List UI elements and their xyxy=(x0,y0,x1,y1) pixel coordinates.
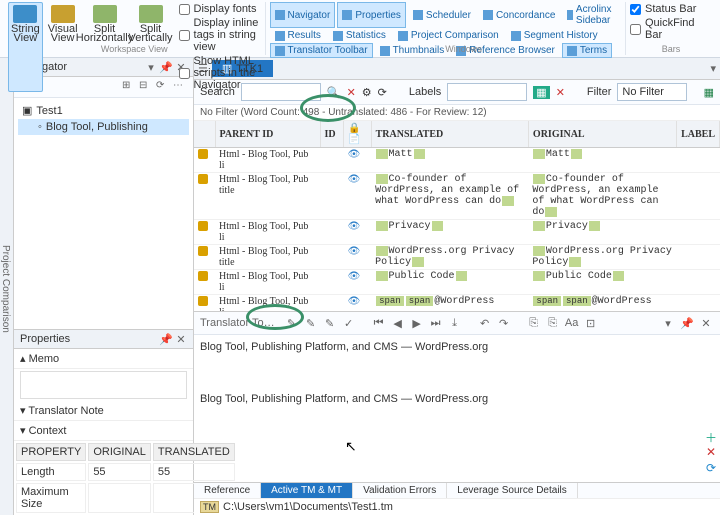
status-bar-check[interactable]: Status Bar xyxy=(630,2,712,16)
win-terms[interactable]: Terms xyxy=(562,43,612,58)
quickfind-bar-check[interactable]: QuickFind Bar xyxy=(630,16,712,42)
labels-input[interactable] xyxy=(447,83,527,101)
display-fonts-check[interactable]: Display fonts xyxy=(179,2,261,16)
memo-section[interactable]: ▴ Memo xyxy=(14,349,193,369)
col-label[interactable]: LABEL xyxy=(677,121,720,148)
win-scheduler[interactable]: Scheduler xyxy=(408,2,476,28)
win-concordance[interactable]: Concordance xyxy=(478,2,560,28)
col-parent-id[interactable]: PARENT ID xyxy=(215,121,320,148)
xl-btn-4[interactable]: ✓ xyxy=(341,315,357,331)
col-id[interactable]: ID xyxy=(320,121,344,148)
search-refresh-icon[interactable]: ⟳ xyxy=(378,86,387,99)
props-close-icon[interactable]: ✕ xyxy=(175,333,187,345)
xl-first[interactable]: ⏮ xyxy=(371,315,387,331)
win-segment-history[interactable]: Segment History xyxy=(506,28,603,43)
group-windows: Windows xyxy=(445,44,482,54)
tree-child[interactable]: ◦ Blog Tool, Publishing xyxy=(18,119,189,135)
xl-redo[interactable]: ↷ xyxy=(496,315,512,331)
xl-next[interactable]: ▶ xyxy=(409,315,425,331)
btab-validation-errors[interactable]: Validation Errors xyxy=(353,483,447,498)
translation-grid[interactable]: PARENT ID ID 🔒📄 TRANSLATED ORIGINAL LABE… xyxy=(194,121,720,311)
inline-tags-check[interactable]: Display inline tags in string view xyxy=(179,16,261,54)
xlator-target[interactable]: Blog Tool, Publishing Platform, and CMS … xyxy=(200,393,714,405)
grid-row[interactable]: Html - Blog Tool, Pub li👁 Public Code Pu… xyxy=(194,270,720,295)
col-original[interactable]: ORIGINAL xyxy=(528,121,676,148)
xl-undo[interactable]: ↶ xyxy=(477,315,493,331)
string-view-btn[interactable]: StringView xyxy=(8,2,43,92)
rt-add-icon[interactable]: ＋ xyxy=(704,429,718,443)
tm-icon: TM xyxy=(200,501,219,513)
win-navigator[interactable]: Navigator xyxy=(270,2,336,28)
prop-col-original: ORIGINAL xyxy=(88,443,151,461)
xl-btn-3[interactable]: ✎ xyxy=(322,315,338,331)
grid-row[interactable]: Html - Blog Tool, Pub title👁 Co-founder … xyxy=(194,173,720,220)
btab-reference[interactable]: Reference xyxy=(194,483,261,498)
grid-row[interactable]: Html - Blog Tool, Pub title👁 WordPress.o… xyxy=(194,245,720,270)
win-statistics[interactable]: Statistics xyxy=(328,28,391,43)
win-properties[interactable]: Properties xyxy=(337,2,406,28)
xl-pin-icon[interactable]: 📌 xyxy=(679,315,695,331)
props-pin-icon[interactable]: 📌 xyxy=(160,333,172,345)
xl-btn-2[interactable]: ✎ xyxy=(303,315,319,331)
btab-leverage-source-details[interactable]: Leverage Source Details xyxy=(447,483,578,498)
translator-note-section[interactable]: ▾ Translator Note xyxy=(14,401,193,421)
rt-del-icon[interactable]: ✕ xyxy=(704,445,718,459)
search-go-icon[interactable]: 🔍 xyxy=(327,86,341,99)
xl-menu[interactable]: ▾ xyxy=(660,315,676,331)
project-comparison-tab[interactable]: Project Comparison xyxy=(0,58,14,515)
labels-clear-icon[interactable]: ✕ xyxy=(556,86,565,99)
filter-summary: No Filter (Word Count: 498 - Untranslate… xyxy=(194,105,720,121)
xl-tag1[interactable]: ⎘ xyxy=(526,315,542,331)
rt-refresh-icon[interactable]: ⟳ xyxy=(704,461,718,475)
btab-active-tm-mt[interactable]: Active TM & MT xyxy=(261,483,353,498)
xl-close-icon[interactable]: ✕ xyxy=(698,315,714,331)
filter-label: Filter xyxy=(587,86,611,98)
win-results[interactable]: Results xyxy=(270,28,326,43)
context-section[interactable]: ▾ Context xyxy=(14,421,193,441)
group-workspace: Workspace View xyxy=(101,44,168,54)
visual-view-btn[interactable]: VisualView xyxy=(45,2,81,92)
memo-box[interactable] xyxy=(20,371,187,399)
filter-input[interactable] xyxy=(617,83,687,101)
tabs-menu2-icon[interactable]: ▾ xyxy=(710,62,716,75)
export-excel-icon[interactable]: ▦ xyxy=(704,86,714,99)
col-flags[interactable]: 🔒📄 xyxy=(344,121,371,148)
xl-down[interactable]: ⤓ xyxy=(447,315,463,331)
col-translated[interactable]: TRANSLATED xyxy=(371,121,528,148)
prop-col-property: PROPERTY xyxy=(16,443,86,461)
xlator-title: Translator To… xyxy=(200,315,275,331)
xl-tag3[interactable]: Aa xyxy=(564,315,580,331)
grid-row[interactable]: Html - Blog Tool, Pub li👁 Matt Matt xyxy=(194,148,720,173)
tm-path: C:\Users\vm1\Documents\Test1.tm xyxy=(223,501,393,513)
xl-tag4[interactable]: ⊡ xyxy=(583,315,599,331)
html-scripts-check[interactable]: Show HTML scripts in the Navigator xyxy=(179,54,261,92)
grid-row[interactable]: Html - Blog Tool, Pub li👁 Privacy Privac… xyxy=(194,220,720,245)
search-clear-icon[interactable]: ✕ xyxy=(347,86,356,99)
search-gear-icon[interactable]: ⚙ xyxy=(362,86,372,99)
xlator-source: Blog Tool, Publishing Platform, and CMS … xyxy=(200,341,714,353)
win-project-comparison[interactable]: Project Comparison xyxy=(393,28,504,43)
group-bars: Bars xyxy=(662,44,681,54)
win-thumbnails[interactable]: Thumbnails xyxy=(375,43,450,58)
labels-label: Labels xyxy=(409,86,441,98)
labels-apply-icon[interactable]: ▦ xyxy=(533,86,549,99)
xl-tag2[interactable]: ⎘ xyxy=(545,315,561,331)
properties-title: Properties xyxy=(20,333,70,345)
xl-last[interactable]: ⏭ xyxy=(428,315,444,331)
win-acrolinx-sidebar[interactable]: Acrolinx Sidebar xyxy=(562,2,621,28)
tree-root[interactable]: ▣ Test1 xyxy=(18,102,189,119)
win-translator-toolbar[interactable]: Translator Toolbar xyxy=(270,43,373,58)
xl-prev[interactable]: ◀ xyxy=(390,315,406,331)
xl-btn-1[interactable]: ✎ xyxy=(284,315,300,331)
grid-row[interactable]: Html - Blog Tool, Pub li👁spanspan@WordPr… xyxy=(194,295,720,312)
